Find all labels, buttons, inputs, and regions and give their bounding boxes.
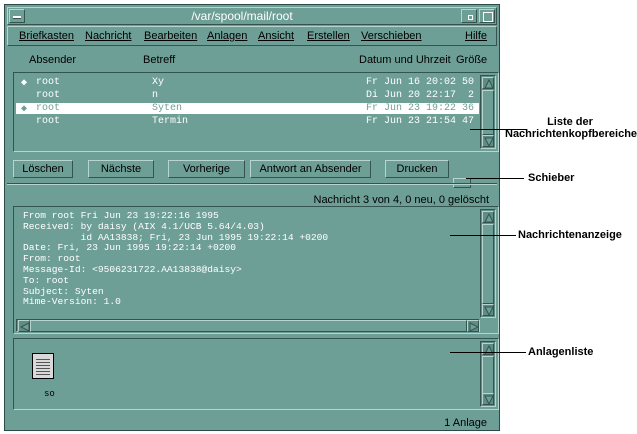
message-body[interactable]: From root Fri Jun 23 19:22:16 1995 Recei… — [23, 211, 475, 308]
attachment-scroll-thumb[interactable] — [482, 356, 494, 394]
previous-button[interactable]: Vorherige — [168, 160, 245, 178]
maximize-icon — [483, 12, 493, 22]
list-vertical-scrollbar[interactable] — [480, 75, 496, 149]
window-title: /var/spool/mail/root — [191, 9, 293, 23]
message-header-list[interactable]: ◆ root Xy Fr Jun 16 20:02 50 root n Di J… — [13, 72, 499, 152]
scroll-down-arrow-icon[interactable] — [482, 304, 494, 316]
scroll-down-arrow-icon[interactable] — [482, 135, 494, 147]
menu-ansicht[interactable]: Ansicht — [258, 30, 294, 42]
column-header-size[interactable]: Größe — [456, 54, 487, 66]
column-header-date[interactable]: Datum und Uhrzeit — [359, 54, 451, 66]
column-header-sender[interactable]: Absender — [29, 54, 76, 66]
menu-verschieben[interactable]: Verschieben — [361, 30, 422, 42]
message-size: 2 — [468, 90, 475, 101]
message-sender: root — [36, 116, 61, 127]
scroll-left-arrow-icon[interactable] — [18, 320, 30, 332]
attachment-name: so — [44, 389, 55, 399]
scroll-up-arrow-icon[interactable] — [482, 343, 494, 355]
message-size: 36 — [462, 103, 475, 114]
message-sender: root — [36, 90, 61, 101]
message-date: Di Jun 20 22:17 — [366, 90, 457, 101]
callout-viewer-label: Nachrichtenanzeige — [518, 229, 622, 241]
message-subject: n — [152, 90, 159, 101]
reply-to-sender-button[interactable]: Antwort an Absender — [250, 160, 371, 178]
document-icon[interactable] — [32, 353, 54, 379]
scroll-up-arrow-icon[interactable] — [482, 211, 494, 223]
callout-list-label: Liste der Nachrichtenkopfbereiche — [505, 116, 637, 140]
viewer-horizontal-scrollbar[interactable] — [16, 319, 480, 332]
callout-line-attachments — [450, 352, 526, 353]
mailer-window: /var/spool/mail/root Briefkasten Nachric… — [4, 4, 500, 431]
pane-separator — [7, 183, 497, 185]
message-size: 47 — [462, 116, 475, 127]
message-row[interactable]: root Termin Fr Jun 23 21:54 47 — [16, 116, 479, 127]
callout-attachments-label: Anlagenliste — [528, 346, 594, 358]
print-button[interactable]: Drucken — [385, 160, 449, 178]
next-button[interactable]: Nächste — [88, 160, 154, 178]
window-menu-icon — [13, 16, 21, 19]
message-date: Fr Jun 23 21:54 — [366, 116, 457, 127]
viewer-hscroll-thumb[interactable] — [30, 320, 467, 332]
maximize-button[interactable] — [479, 9, 495, 23]
callout-line-slider — [466, 178, 524, 179]
column-header-subject[interactable]: Betreff — [143, 54, 175, 66]
minimize-icon — [468, 15, 473, 20]
scroll-right-arrow-icon[interactable] — [467, 320, 479, 332]
viewer-scroll-thumb[interactable] — [482, 224, 494, 304]
attachment-vertical-scrollbar[interactable] — [480, 341, 496, 407]
window-menu-button[interactable] — [9, 9, 25, 23]
menu-erstellen[interactable]: Erstellen — [307, 30, 350, 42]
message-sender: root — [36, 77, 61, 88]
attachment-count: 1 Anlage — [444, 417, 487, 429]
menu-hilfe[interactable]: Hilfe — [465, 30, 487, 42]
message-date: Fr Jun 23 19:22 — [366, 103, 457, 114]
message-row[interactable]: ◆ root Xy Fr Jun 16 20:02 50 — [16, 77, 479, 89]
menu-bar: Briefkasten Nachricht Bearbeiten Anlagen… — [7, 26, 497, 46]
message-subject: Termin — [152, 116, 189, 127]
callout-line-viewer — [450, 235, 516, 236]
message-viewer[interactable]: From root Fri Jun 23 19:22:16 1995 Recei… — [13, 206, 499, 334]
message-row[interactable]: root n Di Jun 20 22:17 2 — [16, 90, 479, 101]
attachment-list[interactable]: so — [13, 338, 499, 410]
viewer-vertical-scrollbar[interactable] — [480, 209, 496, 318]
delete-button[interactable]: Löschen — [13, 160, 73, 178]
menu-nachricht[interactable]: Nachricht — [85, 30, 131, 42]
message-size: 50 — [462, 77, 475, 88]
scroll-down-arrow-icon[interactable] — [482, 393, 494, 405]
message-date: Fr Jun 16 20:02 — [366, 77, 457, 88]
message-subject: Xy — [152, 77, 165, 88]
message-list-rows: ◆ root Xy Fr Jun 16 20:02 50 root n Di J… — [16, 75, 479, 149]
message-row-selected[interactable]: ◆ root Syten Fr Jun 23 19:22 36 — [16, 103, 479, 115]
menu-bearbeiten[interactable]: Bearbeiten — [144, 30, 197, 42]
message-subject: Syten — [152, 103, 183, 114]
scroll-up-arrow-icon[interactable] — [482, 77, 494, 89]
status-line: Nachricht 3 von 4, 0 neu, 0 gelöscht — [313, 194, 490, 206]
menu-anlagen[interactable]: Anlagen — [207, 30, 247, 42]
callout-slider-label: Schieber — [528, 172, 575, 184]
unread-marker-icon: ◆ — [21, 104, 28, 115]
unread-marker-icon: ◆ — [21, 78, 28, 89]
message-sender: root — [36, 103, 61, 114]
menu-briefkasten[interactable]: Briefkasten — [19, 30, 74, 42]
minimize-button[interactable] — [461, 9, 477, 23]
title-bar[interactable]: /var/spool/mail/root — [7, 7, 497, 25]
